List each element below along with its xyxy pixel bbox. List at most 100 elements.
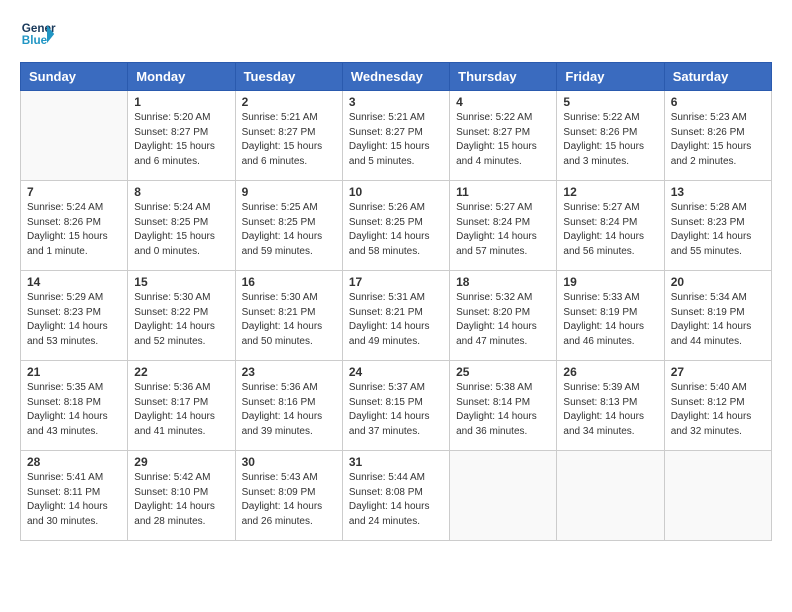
calendar-cell: 2 Sunrise: 5:21 AMSunset: 8:27 PMDaylight… xyxy=(235,91,342,181)
calendar-cell xyxy=(557,451,664,541)
day-number: 15 xyxy=(134,275,228,289)
week-row-5: 28 Sunrise: 5:41 AMSunset: 8:11 PMDayligh… xyxy=(21,451,772,541)
day-number: 9 xyxy=(242,185,336,199)
weekday-header-sunday: Sunday xyxy=(21,63,128,91)
calendar-cell: 13Sunrise: 5:28 AMSunset: 8:23 PMDayligh… xyxy=(664,181,771,271)
day-info: Sunrise: 5:37 AMSunset: 8:15 PMDaylight:… xyxy=(349,381,443,439)
weekday-header-thursday: Thursday xyxy=(450,63,557,91)
week-row-3: 14 Sunrise: 5:29 AMSunset: 8:23 PMDayligh… xyxy=(21,271,772,361)
calendar-cell: 22 Sunrise: 5:36 AMSunset: 8:17 PMDayligh… xyxy=(128,361,235,451)
day-number: 12 xyxy=(563,185,657,199)
day-info: Sunrise: 5:22 AMSunset: 8:26 PMDaylight:… xyxy=(563,111,657,169)
calendar-cell xyxy=(664,451,771,541)
calendar-cell: 28 Sunrise: 5:41 AMSunset: 8:11 PMDayligh… xyxy=(21,451,128,541)
day-info: Sunrise: 5:20 AMSunset: 8:27 PMDaylight:… xyxy=(134,111,228,169)
calendar-cell xyxy=(21,91,128,181)
weekday-header-tuesday: Tuesday xyxy=(235,63,342,91)
day-info: Sunrise: 5:36 AMSunset: 8:16 PMDaylight:… xyxy=(242,381,336,439)
weekday-header-saturday: Saturday xyxy=(664,63,771,91)
calendar-cell: 5 Sunrise: 5:22 AMSunset: 8:26 PMDaylight… xyxy=(557,91,664,181)
day-info: Sunrise: 5:43 AMSunset: 8:09 PMDaylight:… xyxy=(242,471,336,529)
day-number: 2 xyxy=(242,95,336,109)
day-info: Sunrise: 5:24 AMSunset: 8:26 PMDaylight:… xyxy=(27,201,121,259)
calendar-cell: 6 Sunrise: 5:23 AMSunset: 8:26 PMDaylight… xyxy=(664,91,771,181)
weekday-header-monday: Monday xyxy=(128,63,235,91)
day-number: 6 xyxy=(671,95,765,109)
day-number: 22 xyxy=(134,365,228,379)
day-info: Sunrise: 5:40 AMSunset: 8:12 PMDaylight:… xyxy=(671,381,765,439)
day-info: Sunrise: 5:29 AMSunset: 8:23 PMDaylight:… xyxy=(27,291,121,349)
day-info: Sunrise: 5:27 AMSunset: 8:24 PMDaylight:… xyxy=(456,201,550,259)
calendar-cell: 18 Sunrise: 5:32 AMSunset: 8:20 PMDayligh… xyxy=(450,271,557,361)
day-info: Sunrise: 5:39 AMSunset: 8:13 PMDaylight:… xyxy=(563,381,657,439)
calendar-cell: 11 Sunrise: 5:27 AMSunset: 8:24 PMDayligh… xyxy=(450,181,557,271)
day-number: 19 xyxy=(563,275,657,289)
calendar-cell: 8 Sunrise: 5:24 AMSunset: 8:25 PMDaylight… xyxy=(128,181,235,271)
week-row-2: 7 Sunrise: 5:24 AMSunset: 8:26 PMDaylight… xyxy=(21,181,772,271)
calendar-cell: 3 Sunrise: 5:21 AMSunset: 8:27 PMDaylight… xyxy=(342,91,449,181)
calendar-cell: 9 Sunrise: 5:25 AMSunset: 8:25 PMDaylight… xyxy=(235,181,342,271)
day-info: Sunrise: 5:33 AMSunset: 8:19 PMDaylight:… xyxy=(563,291,657,349)
day-number: 3 xyxy=(349,95,443,109)
day-info: Sunrise: 5:24 AMSunset: 8:25 PMDaylight:… xyxy=(134,201,228,259)
day-number: 23 xyxy=(242,365,336,379)
calendar-cell xyxy=(450,451,557,541)
calendar-cell: 21 Sunrise: 5:35 AMSunset: 8:18 PMDayligh… xyxy=(21,361,128,451)
weekday-header-wednesday: Wednesday xyxy=(342,63,449,91)
week-row-1: 1 Sunrise: 5:20 AMSunset: 8:27 PMDaylight… xyxy=(21,91,772,181)
day-info: Sunrise: 5:21 AMSunset: 8:27 PMDaylight:… xyxy=(242,111,336,169)
calendar-cell: 26 Sunrise: 5:39 AMSunset: 8:13 PMDayligh… xyxy=(557,361,664,451)
day-number: 4 xyxy=(456,95,550,109)
svg-text:Blue: Blue xyxy=(22,34,48,47)
weekday-header-row: SundayMondayTuesdayWednesdayThursdayFrid… xyxy=(21,63,772,91)
day-number: 26 xyxy=(563,365,657,379)
calendar-cell: 12 Sunrise: 5:27 AMSunset: 8:24 PMDayligh… xyxy=(557,181,664,271)
calendar-cell: 23 Sunrise: 5:36 AMSunset: 8:16 PMDayligh… xyxy=(235,361,342,451)
calendar-cell: 19 Sunrise: 5:33 AMSunset: 8:19 PMDayligh… xyxy=(557,271,664,361)
day-number: 21 xyxy=(27,365,121,379)
day-number: 29 xyxy=(134,455,228,469)
day-number: 7 xyxy=(27,185,121,199)
day-info: Sunrise: 5:32 AMSunset: 8:20 PMDaylight:… xyxy=(456,291,550,349)
day-number: 31 xyxy=(349,455,443,469)
day-info: Sunrise: 5:30 AMSunset: 8:22 PMDaylight:… xyxy=(134,291,228,349)
day-info: Sunrise: 5:44 AMSunset: 8:08 PMDaylight:… xyxy=(349,471,443,529)
day-number: 1 xyxy=(134,95,228,109)
day-info: Sunrise: 5:42 AMSunset: 8:10 PMDaylight:… xyxy=(134,471,228,529)
calendar-cell: 4Sunrise: 5:22 AMSunset: 8:27 PMDaylight… xyxy=(450,91,557,181)
day-number: 8 xyxy=(134,185,228,199)
calendar-cell: 10 Sunrise: 5:26 AMSunset: 8:25 PMDayligh… xyxy=(342,181,449,271)
day-number: 16 xyxy=(242,275,336,289)
day-info: Sunrise: 5:27 AMSunset: 8:24 PMDaylight:… xyxy=(563,201,657,259)
day-info: Sunrise: 5:35 AMSunset: 8:18 PMDaylight:… xyxy=(27,381,121,439)
calendar-table: SundayMondayTuesdayWednesdayThursdayFrid… xyxy=(20,62,772,541)
day-number: 25 xyxy=(456,365,550,379)
day-number: 5 xyxy=(563,95,657,109)
day-info: Sunrise: 5:41 AMSunset: 8:11 PMDaylight:… xyxy=(27,471,121,529)
day-number: 20 xyxy=(671,275,765,289)
day-info: Sunrise: 5:25 AMSunset: 8:25 PMDaylight:… xyxy=(242,201,336,259)
calendar-cell: 16 Sunrise: 5:30 AMSunset: 8:21 PMDayligh… xyxy=(235,271,342,361)
day-info: Sunrise: 5:21 AMSunset: 8:27 PMDaylight:… xyxy=(349,111,443,169)
day-info: Sunrise: 5:30 AMSunset: 8:21 PMDaylight:… xyxy=(242,291,336,349)
day-number: 10 xyxy=(349,185,443,199)
day-number: 11 xyxy=(456,185,550,199)
day-info: Sunrise: 5:26 AMSunset: 8:25 PMDaylight:… xyxy=(349,201,443,259)
day-number: 14 xyxy=(27,275,121,289)
calendar-cell: 7 Sunrise: 5:24 AMSunset: 8:26 PMDaylight… xyxy=(21,181,128,271)
week-row-4: 21 Sunrise: 5:35 AMSunset: 8:18 PMDayligh… xyxy=(21,361,772,451)
calendar-cell: 24 Sunrise: 5:37 AMSunset: 8:15 PMDayligh… xyxy=(342,361,449,451)
calendar-cell: 31 Sunrise: 5:44 AMSunset: 8:08 PMDayligh… xyxy=(342,451,449,541)
day-info: Sunrise: 5:36 AMSunset: 8:17 PMDaylight:… xyxy=(134,381,228,439)
logo: General Blue xyxy=(20,16,56,52)
day-number: 24 xyxy=(349,365,443,379)
day-number: 28 xyxy=(27,455,121,469)
day-number: 18 xyxy=(456,275,550,289)
calendar-cell: 27Sunrise: 5:40 AMSunset: 8:12 PMDayligh… xyxy=(664,361,771,451)
day-number: 17 xyxy=(349,275,443,289)
header: General Blue xyxy=(20,16,772,52)
weekday-header-friday: Friday xyxy=(557,63,664,91)
day-info: Sunrise: 5:28 AMSunset: 8:23 PMDaylight:… xyxy=(671,201,765,259)
logo-icon: General Blue xyxy=(20,16,56,52)
day-info: Sunrise: 5:23 AMSunset: 8:26 PMDaylight:… xyxy=(671,111,765,169)
